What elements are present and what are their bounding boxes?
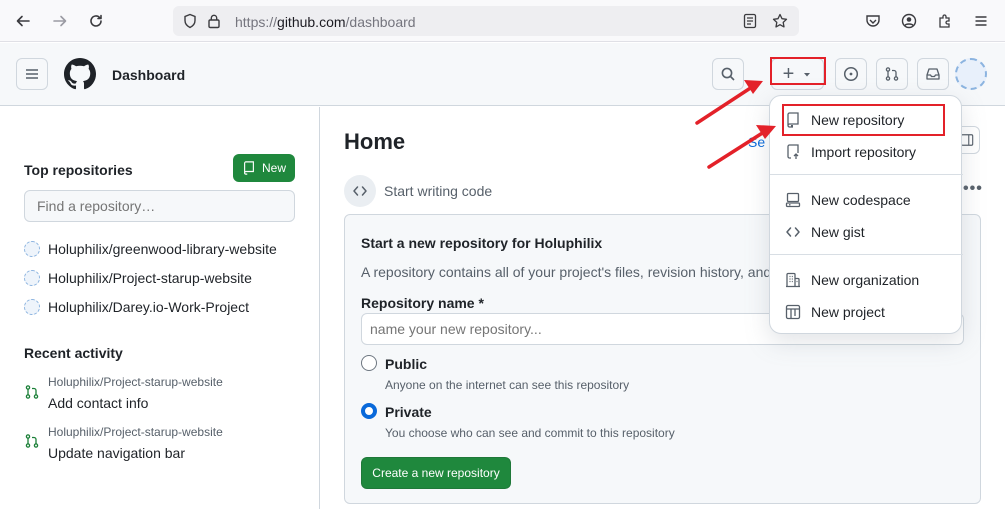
page-title: Home (344, 129, 406, 154)
menu-divider (770, 174, 963, 175)
menu-item-new-organization[interactable]: New organization (770, 264, 963, 296)
annotation-highlight-create-button (770, 57, 826, 85)
menu-item-label: New organization (811, 272, 920, 288)
private-radio[interactable] (361, 403, 377, 419)
repo-icon (244, 161, 254, 175)
activity-message[interactable]: Add contact info (48, 395, 148, 411)
repo-name: Holuphilix/greenwood-library-website (48, 241, 277, 257)
url-text[interactable]: https://github.com/dashboard (235, 14, 416, 30)
menu-item-new-codespace[interactable]: New codespace (770, 184, 963, 216)
public-radio[interactable] (361, 355, 377, 371)
search-button[interactable] (712, 58, 744, 90)
new-button-label: New (261, 161, 286, 175)
owner-avatar (24, 241, 40, 257)
private-description: You choose who can see and commit to thi… (385, 426, 675, 440)
back-arrow-icon[interactable] (12, 10, 34, 32)
card-description: A repository contains all of your projec… (361, 264, 772, 280)
partial-link[interactable]: Se (748, 134, 765, 150)
menu-divider (770, 254, 963, 255)
three-bars-icon (26, 69, 38, 79)
menu-item-label: New codespace (811, 192, 911, 208)
github-logo-icon[interactable] (64, 58, 96, 90)
inbox-icon (926, 68, 940, 80)
repo-link[interactable]: Holuphilix/greenwood-library-website (24, 239, 277, 259)
repo-push-icon (787, 144, 799, 159)
card-title: Start a new repository for Holuphilix (361, 235, 603, 251)
git-pull-request-icon (25, 434, 39, 448)
reload-icon[interactable] (85, 10, 107, 32)
repository-name-label: Repository name * (361, 295, 484, 311)
owner-avatar (24, 270, 40, 286)
table-icon (785, 304, 801, 320)
reader-view-icon[interactable] (739, 10, 761, 32)
owner-avatar (24, 299, 40, 315)
browser-toolbar: https://github.com/dashboard (0, 0, 1005, 42)
public-description: Anyone on the internet can see this repo… (385, 378, 630, 392)
user-avatar[interactable] (955, 58, 987, 90)
menu-item-new-project[interactable]: New project (770, 296, 963, 328)
issue-opened-icon (843, 66, 859, 82)
dashboard-sidebar: Top repositories New Holuphilix/greenwoo… (0, 107, 320, 509)
annotation-highlight-new-repository (782, 104, 945, 136)
activity-repo[interactable]: Holuphilix/Project-starup-website (48, 375, 223, 389)
lock-icon[interactable] (203, 10, 225, 32)
repo-link[interactable]: Holuphilix/Project-starup-website (24, 268, 252, 288)
menu-item-label: New gist (811, 224, 865, 240)
public-label[interactable]: Public (385, 356, 427, 372)
issues-button[interactable] (835, 58, 867, 90)
code-icon (344, 175, 376, 207)
bookmark-star-icon[interactable] (769, 10, 791, 32)
hamburger-menu-button[interactable] (16, 58, 48, 90)
activity-message[interactable]: Update navigation bar (48, 445, 185, 461)
forward-arrow-icon[interactable] (49, 10, 71, 32)
create-repository-button[interactable]: Create a new repository (361, 457, 511, 489)
top-repositories-heading: Top repositories (24, 162, 133, 178)
git-pull-request-icon (25, 385, 39, 399)
repo-name: Holuphilix/Project-starup-website (48, 270, 252, 286)
menu-item-new-gist[interactable]: New gist (770, 216, 963, 248)
page-context-title[interactable]: Dashboard (112, 67, 185, 83)
menu-item-label: New project (811, 304, 885, 320)
organization-icon (786, 272, 800, 288)
activity-repo[interactable]: Holuphilix/Project-starup-website (48, 425, 223, 439)
feed-item-title: Start writing code (384, 183, 493, 199)
kebab-horizontal-icon[interactable]: ••• (963, 180, 983, 198)
search-icon (721, 67, 735, 81)
new-repository-button[interactable]: New (233, 154, 295, 182)
codespaces-icon (785, 192, 801, 208)
shield-icon[interactable] (179, 10, 201, 32)
code-icon (786, 227, 800, 237)
menu-item-import-repository[interactable]: Import repository (770, 136, 963, 168)
git-pull-request-icon (885, 67, 899, 81)
repo-link[interactable]: Holuphilix/Darey.io-Work-Project (24, 297, 249, 317)
pull-requests-button[interactable] (876, 58, 908, 90)
private-label[interactable]: Private (385, 404, 432, 420)
extensions-icon[interactable] (934, 10, 956, 32)
pocket-icon[interactable] (862, 10, 884, 32)
menu-icon[interactable] (970, 10, 992, 32)
recent-activity-heading: Recent activity (24, 345, 123, 361)
repo-name: Holuphilix/Darey.io-Work-Project (48, 299, 249, 315)
address-bar[interactable]: https://github.com/dashboard (173, 6, 799, 36)
inbox-button[interactable] (917, 58, 949, 90)
account-icon[interactable] (898, 10, 920, 32)
find-repository-input[interactable] (24, 190, 295, 222)
menu-item-label: Import repository (811, 144, 917, 160)
